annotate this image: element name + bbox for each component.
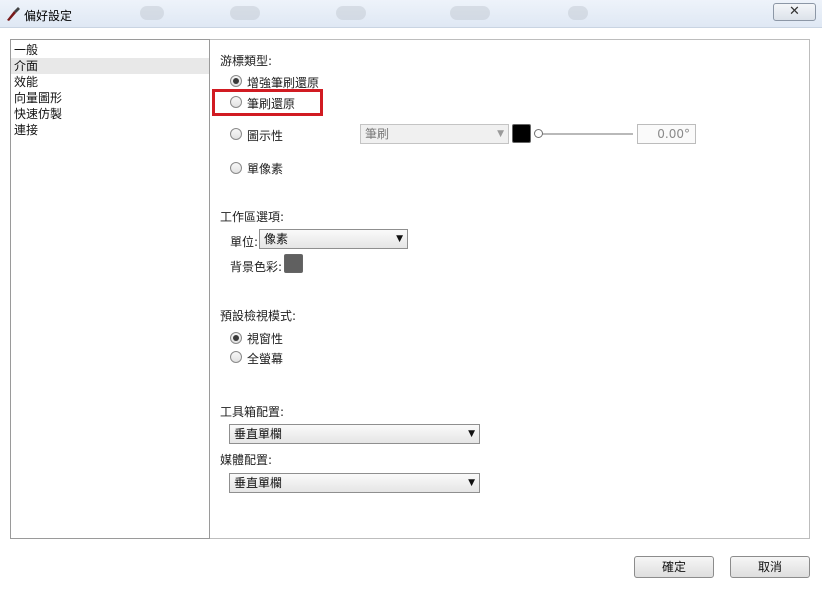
window-title: 偏好設定 [24, 9, 73, 23]
view-mode-heading: 預設檢視模式: [220, 309, 297, 323]
sidebar-item-interface[interactable]: 介面 [11, 58, 209, 74]
toolbar-layout-heading: 工具箱配置: [220, 405, 285, 419]
media-layout-value: 垂直單欄 [234, 476, 283, 490]
radio-single-pixel[interactable] [230, 162, 242, 174]
sidebar-item-connection[interactable]: 連接 [11, 122, 209, 138]
ok-button[interactable]: 確定 [634, 556, 714, 578]
unit-label: 單位: [230, 235, 259, 249]
radio-iconic-label: 圖示性 [247, 129, 284, 143]
brush-icon [7, 7, 20, 21]
blurred-title-region [230, 6, 260, 20]
dropdown-arrow-icon: ▼ [497, 129, 504, 139]
unit-value: 像素 [264, 232, 289, 246]
background-color-label: 背景色彩: [230, 260, 283, 274]
brush-shape-value: 筆刷 [365, 127, 390, 141]
radio-fullscreen[interactable] [230, 351, 242, 363]
cancel-button[interactable]: 取消 [730, 556, 810, 578]
radio-enhanced-brush-restore[interactable] [230, 75, 242, 87]
media-layout-select[interactable]: 垂直單欄 ▼ [229, 473, 480, 493]
unit-select[interactable]: 像素 ▼ [259, 229, 408, 249]
dropdown-arrow-icon: ▼ [468, 478, 475, 488]
sidebar-item-vector-graphics[interactable]: 向量圖形 [11, 90, 209, 106]
blurred-title-region [336, 6, 366, 20]
sidebar-item-general[interactable]: 一般 [11, 42, 209, 58]
angle-input[interactable]: 0.00° [637, 124, 696, 144]
blurred-title-region [140, 6, 164, 20]
dropdown-arrow-icon: ▼ [468, 429, 475, 439]
category-list: 一般 介面 效能 向量圖形 快速仿製 連接 [10, 39, 210, 539]
close-icon: ✕ [789, 4, 800, 19]
radio-brush-restore[interactable] [230, 96, 242, 108]
blurred-title-region [568, 6, 588, 20]
radio-brush-restore-label: 筆刷還原 [247, 97, 296, 111]
blurred-title-region [450, 6, 490, 20]
radio-iconic[interactable] [230, 128, 242, 140]
sidebar-item-quick-clone[interactable]: 快速仿製 [11, 106, 209, 122]
cursor-type-heading: 游標類型: [220, 54, 273, 68]
media-layout-heading: 媒體配置: [220, 453, 273, 467]
radio-single-pixel-label: 單像素 [247, 162, 284, 176]
cursor-color-swatch[interactable] [512, 124, 531, 143]
radio-windowed-label: 視窗性 [247, 332, 284, 346]
toolbar-layout-value: 垂直單欄 [234, 427, 283, 441]
background-color-swatch[interactable] [284, 254, 303, 273]
radio-windowed[interactable] [230, 332, 242, 344]
radio-fullscreen-label: 全螢幕 [247, 352, 284, 366]
dropdown-arrow-icon: ▼ [396, 234, 403, 244]
angle-slider-thumb[interactable] [534, 129, 543, 138]
brush-shape-select[interactable]: 筆刷 ▼ [360, 124, 509, 144]
title-bar: 偏好設定 ✕ [0, 0, 822, 28]
close-button[interactable]: ✕ [773, 3, 816, 21]
angle-slider-track[interactable] [538, 133, 633, 135]
toolbar-layout-select[interactable]: 垂直單欄 ▼ [229, 424, 480, 444]
sidebar-item-performance[interactable]: 效能 [11, 74, 209, 90]
workspace-heading: 工作區選項: [220, 210, 285, 224]
